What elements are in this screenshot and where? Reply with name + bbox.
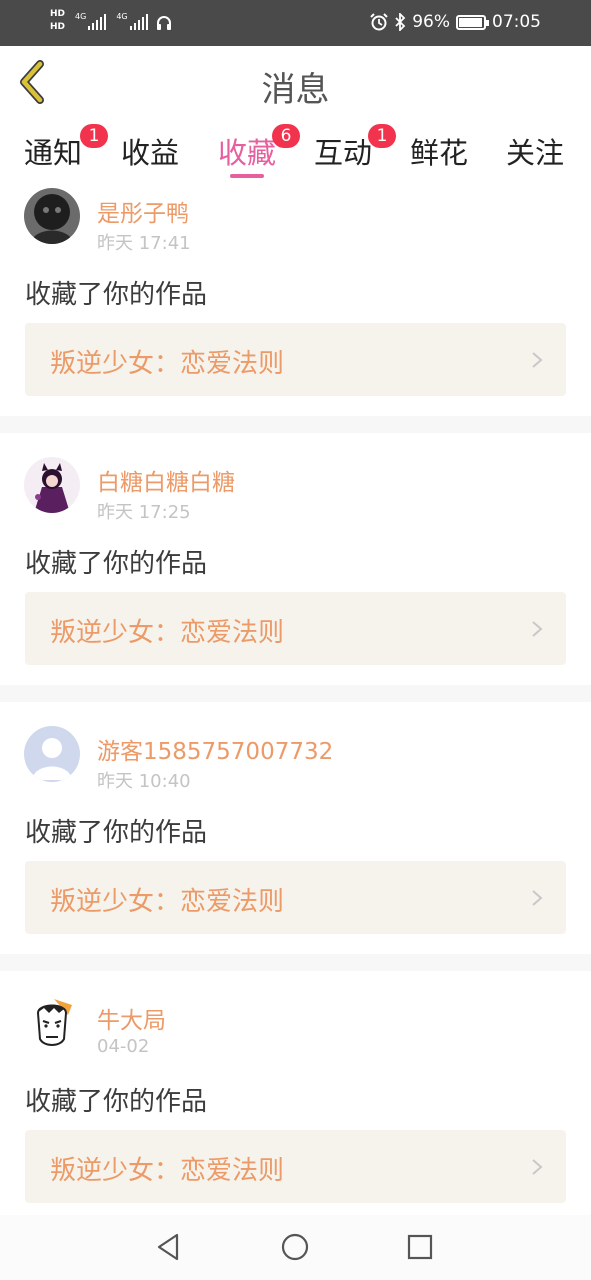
work-title: 叛逆少女：恋爱法则 xyxy=(50,618,285,648)
message-item: 牛大局 04-02 收藏了你的作品 叛逆少女：恋爱法则 xyxy=(0,987,591,1239)
tab-label: 通知 xyxy=(24,136,83,170)
divider xyxy=(0,416,591,433)
tab-label: 关注 xyxy=(506,136,565,170)
work-link[interactable]: 叛逆少女：恋爱法则 xyxy=(25,1130,566,1203)
clock: 07:05 xyxy=(492,12,541,32)
notification-badge: 1 xyxy=(80,124,108,148)
work-title: 叛逆少女：恋爱法则 xyxy=(50,1156,285,1186)
work-link[interactable]: 叛逆少女：恋爱法则 xyxy=(25,861,566,934)
tab-following[interactable]: 关注 xyxy=(506,130,564,172)
alarm-icon xyxy=(370,13,388,31)
bluetooth-icon xyxy=(395,13,406,31)
default-avatar-icon[interactable] xyxy=(24,726,80,782)
status-left: HD HD 4G 4G xyxy=(50,8,172,34)
username[interactable]: 白糖白糖白糖 xyxy=(97,463,235,497)
action-text: 收藏了你的作品 xyxy=(25,549,208,579)
username[interactable]: 是彤子鸭 xyxy=(97,194,189,228)
message-time: 昨天 17:41 xyxy=(97,233,191,254)
message-item: 白糖白糖白糖 昨天 17:25 收藏了你的作品 叛逆少女：恋爱法则 xyxy=(0,449,591,701)
battery-fill xyxy=(459,17,482,27)
message-time: 04-02 xyxy=(97,1036,150,1057)
favorites-badge: 6 xyxy=(272,124,300,148)
tab-label: 鲜花 xyxy=(410,136,469,170)
chevron-right-icon xyxy=(532,621,543,637)
action-text: 收藏了你的作品 xyxy=(25,1087,208,1117)
action-text: 收藏了你的作品 xyxy=(25,280,208,310)
avatar[interactable] xyxy=(24,995,80,1051)
headset-icon xyxy=(156,16,171,30)
signal-2-icon: 4G xyxy=(116,11,148,30)
work-title: 叛逆少女：恋爱法则 xyxy=(50,887,285,917)
message-item: 是彤子鸭 昨天 17:41 收藏了你的作品 叛逆少女：恋爱法则 xyxy=(0,180,591,432)
network-type-1: 4G xyxy=(75,11,87,21)
work-link[interactable]: 叛逆少女：恋爱法则 xyxy=(25,323,566,396)
message-time: 昨天 10:40 xyxy=(97,771,191,792)
tab-notifications[interactable]: 通知 1 xyxy=(24,124,108,172)
username[interactable]: 牛大局 xyxy=(97,1001,166,1035)
divider xyxy=(0,685,591,702)
avatar[interactable] xyxy=(24,457,80,513)
chevron-right-icon xyxy=(532,1159,543,1175)
app-header: 消息 xyxy=(0,46,591,118)
page-title: 消息 xyxy=(261,70,330,110)
tab-favorites[interactable]: 收藏 6 xyxy=(218,124,300,172)
username[interactable]: 游客1585757007732 xyxy=(97,732,333,766)
tab-bar: 通知 1 收益 收藏 6 互动 1 鲜花 关注 xyxy=(0,118,591,184)
status-right: 96% 07:05 xyxy=(370,12,541,32)
tab-label: 收益 xyxy=(121,136,180,170)
work-link[interactable]: 叛逆少女：恋爱法则 xyxy=(25,592,566,665)
interactions-badge: 1 xyxy=(368,124,396,148)
hd-label-1: HD xyxy=(50,9,66,19)
status-bar: HD HD 4G 4G 96% 07:05 xyxy=(0,0,591,46)
battery-percent: 96% xyxy=(412,12,450,32)
action-text: 收藏了你的作品 xyxy=(25,818,208,848)
tab-flowers[interactable]: 鲜花 xyxy=(410,130,468,172)
hd-indicator: HD HD xyxy=(50,8,65,34)
tab-label: 互动 xyxy=(314,136,373,170)
signal-1-icon: 4G xyxy=(75,11,107,30)
tab-interactions[interactable]: 互动 1 xyxy=(314,124,396,172)
network-type-2: 4G xyxy=(116,11,128,21)
active-tab-indicator xyxy=(230,174,264,178)
square-recent-icon[interactable] xyxy=(404,1231,436,1263)
hd-label-2: HD xyxy=(50,22,66,32)
avatar[interactable] xyxy=(24,188,80,244)
circle-home-icon[interactable] xyxy=(279,1231,311,1263)
divider xyxy=(0,954,591,971)
chevron-right-icon xyxy=(532,352,543,368)
message-item: 游客1585757007732 昨天 10:40 收藏了你的作品 叛逆少女：恋爱… xyxy=(0,718,591,970)
tab-earnings[interactable]: 收益 xyxy=(121,130,179,172)
tab-label: 收藏 xyxy=(218,136,277,170)
chevron-right-icon xyxy=(532,890,543,906)
message-time: 昨天 17:25 xyxy=(97,502,191,523)
battery-icon xyxy=(456,14,489,30)
triangle-back-icon[interactable] xyxy=(153,1231,185,1263)
system-nav-bar xyxy=(0,1215,591,1280)
work-title: 叛逆少女：恋爱法则 xyxy=(50,349,285,379)
